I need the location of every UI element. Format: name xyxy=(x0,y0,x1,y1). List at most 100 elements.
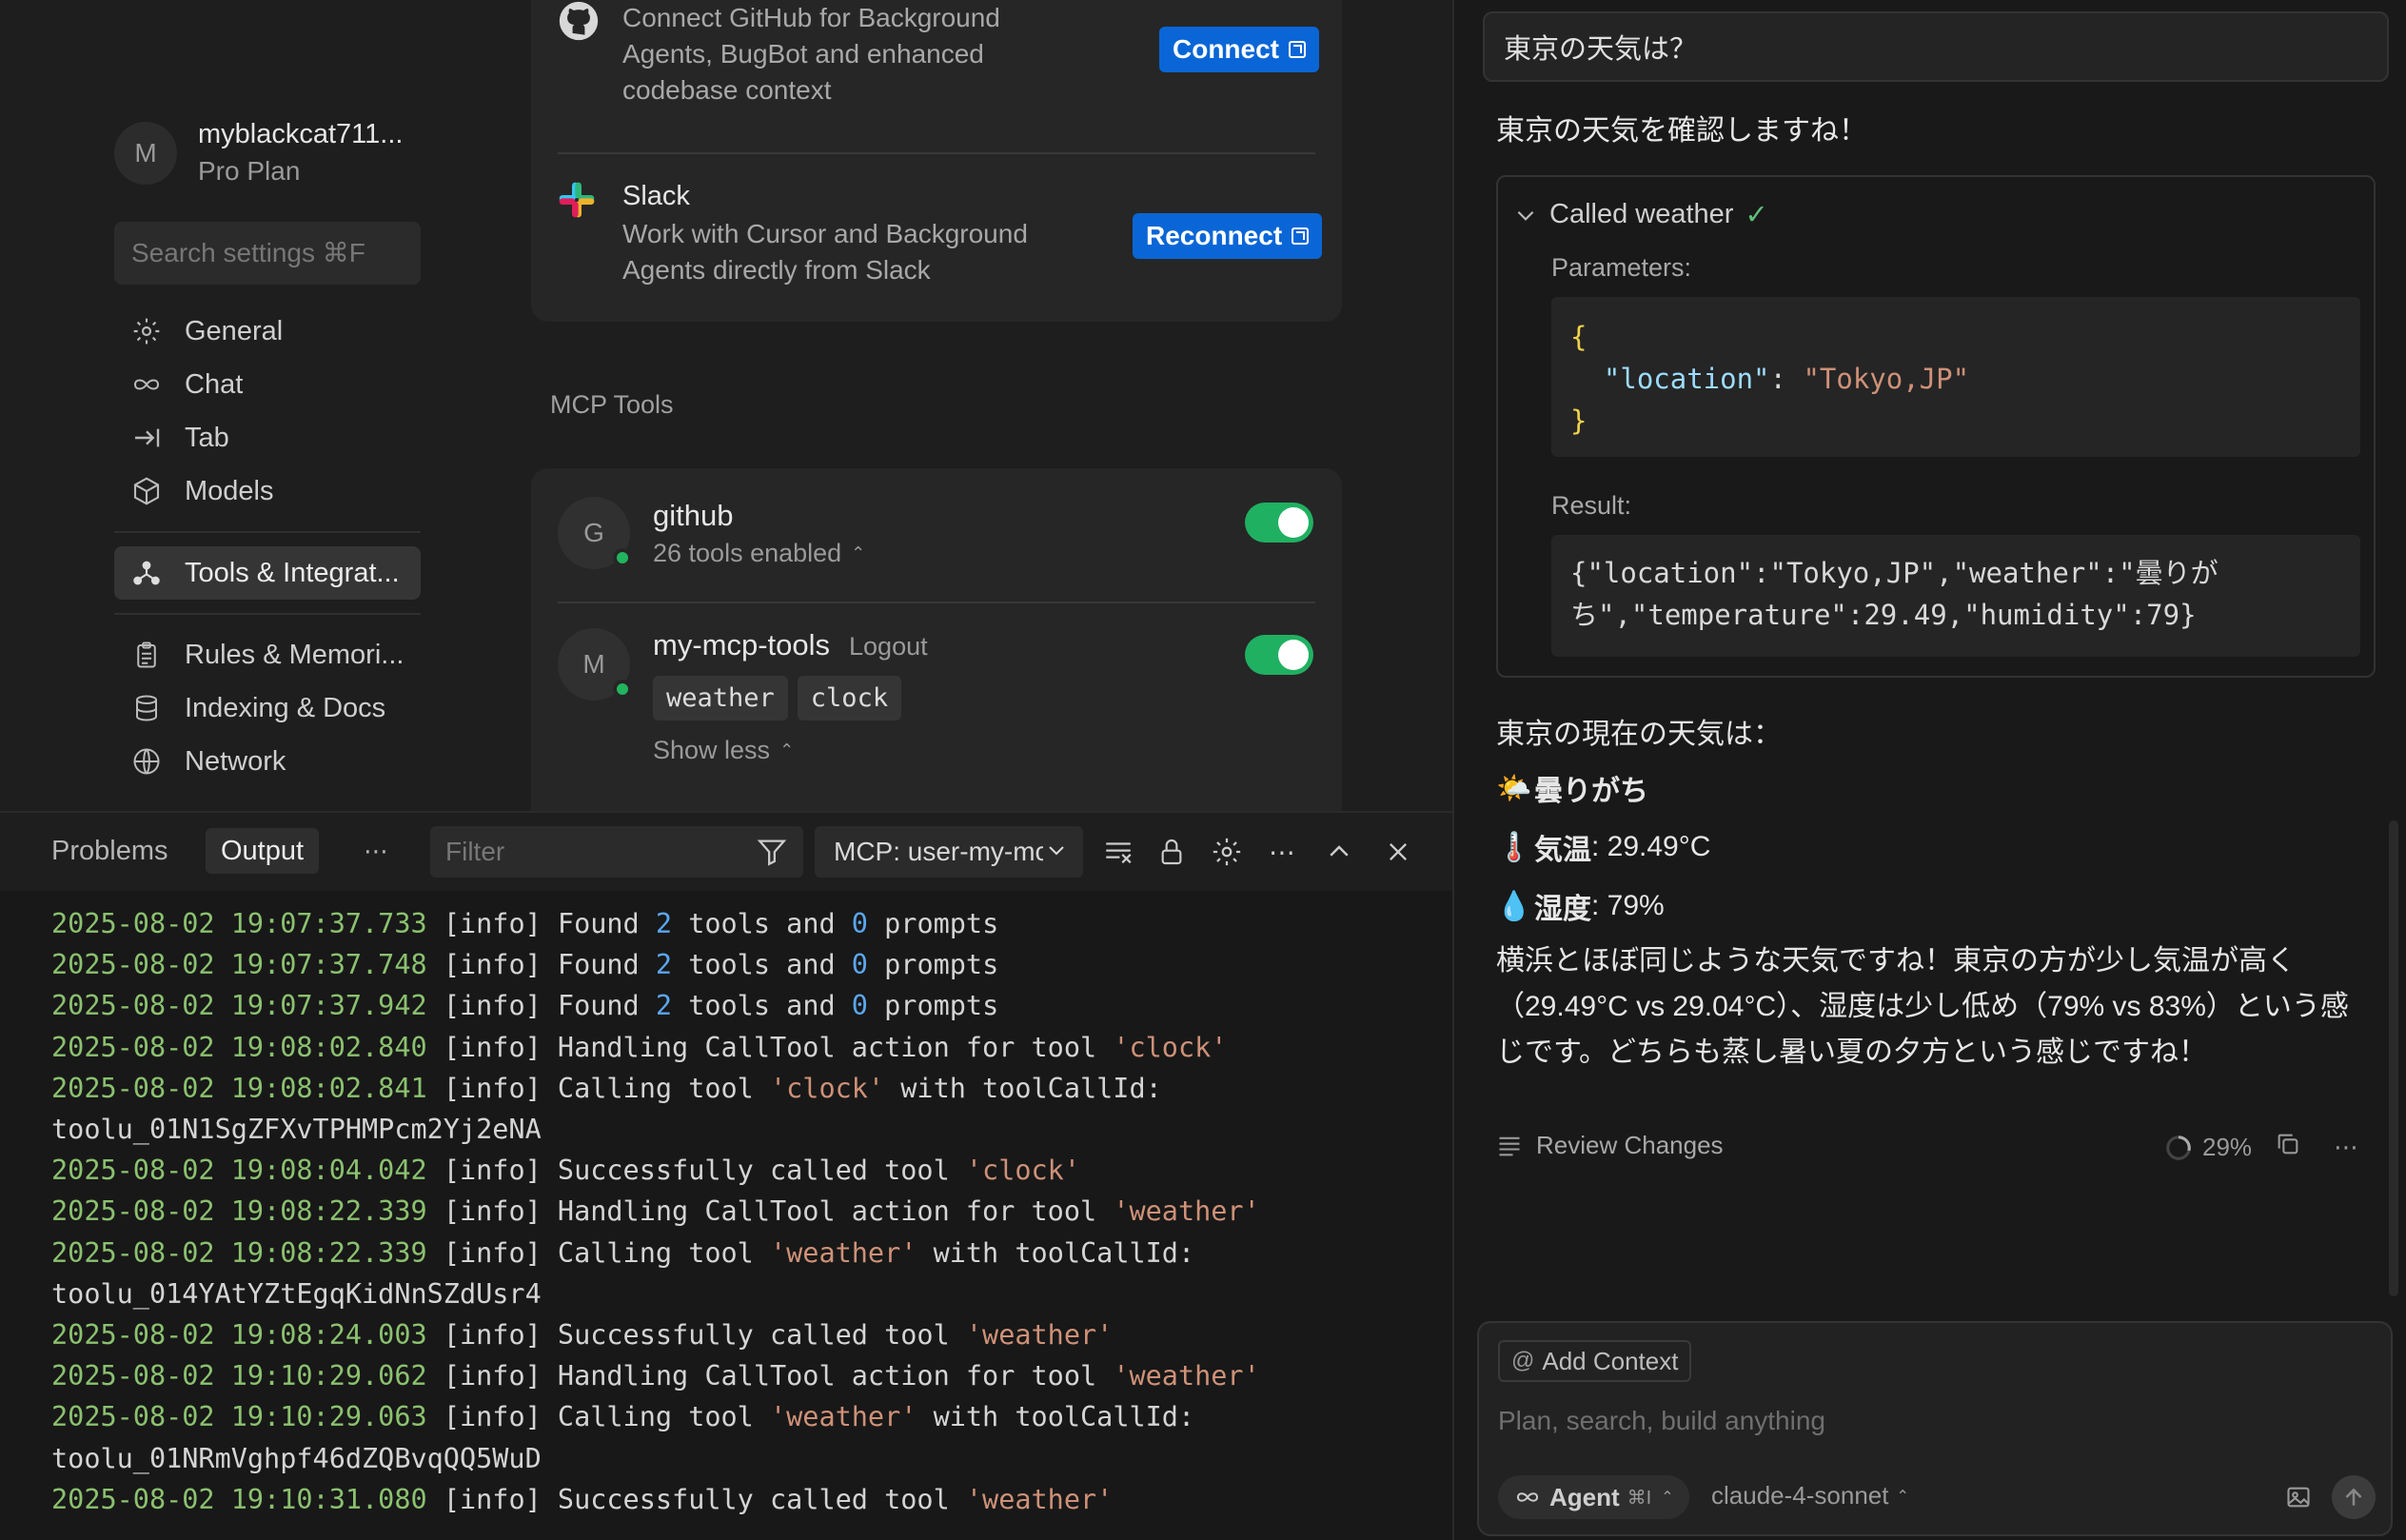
log-timestamp: 2025-08-02 19:08:04.042 xyxy=(51,1155,427,1187)
nav-label: Network xyxy=(185,745,286,777)
log-timestamp: 2025-08-02 19:07:37.748 xyxy=(51,949,427,981)
gear-icon xyxy=(129,314,164,348)
logout-link[interactable]: Logout xyxy=(849,632,928,661)
nav-label: Indexing & Docs xyxy=(185,692,386,723)
nav-item-general[interactable]: General xyxy=(114,305,421,358)
tool-chip-weather[interactable]: weather xyxy=(653,676,788,721)
nav-item-chat[interactable]: Chat xyxy=(114,358,421,411)
agent-mode-select[interactable]: Agent ⌘I ⌃ xyxy=(1498,1475,1689,1519)
log-line: toolu_01NRmVghpf46dZQBvqQQ5WuD xyxy=(51,1442,542,1474)
lock-icon[interactable] xyxy=(1152,832,1192,872)
nav-divider xyxy=(114,613,421,615)
connect-github-button[interactable]: Connect xyxy=(1159,27,1319,72)
log-line: 2025-08-02 19:08:22.339 [info] Handling … xyxy=(51,1195,1260,1228)
add-context-button[interactable]: @ Add Context xyxy=(1498,1340,1692,1382)
log-line: 2025-08-02 19:08:02.840 [info] Handling … xyxy=(51,1031,1228,1063)
my-mcp-tools-enable-toggle[interactable] xyxy=(1245,635,1313,675)
filter-icon[interactable] xyxy=(752,832,792,872)
filter-input[interactable] xyxy=(430,826,803,878)
github-logo-icon xyxy=(558,0,603,46)
log-line: 2025-08-02 19:08:02.841 [info] Calling t… xyxy=(51,1072,1162,1104)
status-dot-icon xyxy=(613,680,632,699)
weather-condition: 🌤️ 曇りがち xyxy=(1496,772,1648,808)
result-code: {"location":"Tokyo,JP","weather":"曇りが ち"… xyxy=(1551,535,2360,657)
droplet-icon: 💧 xyxy=(1496,890,1532,922)
nav-label: Tools & Integrat... xyxy=(185,557,400,588)
review-changes-button[interactable]: Review Changes xyxy=(1496,1131,1724,1160)
show-less-toggle[interactable]: Show less ⌃ xyxy=(653,736,928,765)
arrow-up-icon xyxy=(2345,1488,2362,1506)
maximize-panel-icon[interactable] xyxy=(1319,832,1359,872)
log-timestamp: 2025-08-02 19:10:29.062 xyxy=(51,1360,427,1392)
log-line: 2025-08-02 19:10:29.062 [info] Handling … xyxy=(51,1360,1260,1392)
weather-temperature: 🌡️ 気温: 29.49°C xyxy=(1496,831,1711,866)
parameters-code: { "location": "Tokyo,JP" } xyxy=(1551,297,2360,457)
log-timestamp: 2025-08-02 19:07:37.733 xyxy=(51,908,427,939)
log-line: 2025-08-02 19:07:37.733 [info] Found 2 t… xyxy=(51,908,999,939)
tool-call-block: Called weather ✓ Parameters: { "location… xyxy=(1496,175,2376,678)
nav-item-tab[interactable]: Tab xyxy=(114,411,421,464)
nav-item-rules-memories[interactable]: Rules & Memori... xyxy=(114,628,421,681)
tool-chip-clock[interactable]: clock xyxy=(797,676,902,721)
log-timestamp: 2025-08-02 19:07:37.942 xyxy=(51,990,427,1022)
more-tabs-icon[interactable]: ⋯ xyxy=(348,828,404,874)
external-link-icon xyxy=(1289,41,1306,58)
nav-label: Rules & Memori... xyxy=(185,639,404,670)
log-timestamp: 2025-08-02 19:08:02.840 xyxy=(51,1031,427,1063)
tab-output[interactable]: Output xyxy=(206,828,320,874)
nav-item-indexing-docs[interactable]: Indexing & Docs xyxy=(114,681,421,735)
log-timestamp: 2025-08-02 19:08:22.339 xyxy=(51,1236,427,1269)
settings-nav: General Chat Tab Models Tools & Integrat… xyxy=(114,305,421,788)
log-line: toolu_014YAtYZtEgqKidNnSZdUsr4 xyxy=(51,1277,542,1310)
chat-scrollbar[interactable] xyxy=(2389,820,2398,1296)
chevron-updown-icon: ⌃ xyxy=(779,740,795,760)
nav-item-models[interactable]: Models xyxy=(114,464,421,518)
log-line: 2025-08-02 19:08:24.003 [info] Successfu… xyxy=(51,1319,1114,1352)
nav-item-tools-integrations[interactable]: Tools & Integrat... xyxy=(114,546,421,600)
image-attach-icon[interactable] xyxy=(2282,1481,2315,1513)
settings-search-input[interactable] xyxy=(114,222,421,285)
log-timestamp: 2025-08-02 19:08:22.339 xyxy=(51,1195,427,1228)
log-line: 2025-08-02 19:08:22.339 [info] Calling t… xyxy=(51,1236,1195,1269)
model-select[interactable]: claude-4-sonnet ⌃ xyxy=(1711,1481,1909,1510)
github-enable-toggle[interactable] xyxy=(1245,503,1313,543)
tab-problems[interactable]: Problems xyxy=(36,828,184,874)
checkmark-icon: ✓ xyxy=(1745,200,1768,230)
nav-item-network[interactable]: Network xyxy=(114,735,421,788)
integration-description: Work with Cursor and Background Agents d… xyxy=(622,219,1028,285)
log-line: 2025-08-02 19:07:37.942 [info] Found 2 t… xyxy=(51,990,999,1022)
gear-icon[interactable] xyxy=(1207,832,1247,872)
reconnect-slack-button[interactable]: Reconnect xyxy=(1133,213,1323,259)
chevron-down-icon xyxy=(1517,210,1534,221)
output-panel: Problems Output ⋯ MCP: user-my-mcp-tools… xyxy=(0,811,1452,1540)
output-channel-select[interactable]: MCP: user-my-mcp-tools xyxy=(815,826,1083,878)
mcp-server-github: G github 26 tools enabled ⌃ xyxy=(558,497,865,569)
account-info: M myblackcat711... Pro Plan xyxy=(114,119,403,187)
chevron-updown-icon: ⌃ xyxy=(851,543,866,563)
log-line: toolu_01N1SgZFXvTPHMPcm2Yj2eNA xyxy=(51,1114,542,1146)
account-name: myblackcat711... xyxy=(198,119,404,149)
close-panel-icon[interactable] xyxy=(1378,832,1418,872)
chat-input[interactable] xyxy=(1498,1397,2374,1445)
tools-enabled-toggle[interactable]: 26 tools enabled ⌃ xyxy=(653,539,865,568)
tab-arrow-icon xyxy=(129,421,164,455)
avatar: M xyxy=(558,628,632,701)
divider xyxy=(558,152,1315,154)
weather-humidity: 💧 湿度: 79% xyxy=(1496,890,1665,925)
settings-pane: M myblackcat711... Pro Plan General Chat… xyxy=(0,0,1452,811)
clipboard-icon xyxy=(129,638,164,672)
result-label: Result: xyxy=(1551,491,1632,520)
mcp-tools-card: G github 26 tools enabled ⌃ M my-mcp-too… xyxy=(531,468,1342,811)
copy-icon[interactable] xyxy=(2275,1131,2301,1164)
more-actions-icon[interactable]: ⋯ xyxy=(1262,832,1302,872)
clear-output-icon[interactable] xyxy=(1098,832,1138,872)
log-line: 2025-08-02 19:07:37.748 [info] Found 2 t… xyxy=(51,949,999,981)
globe-icon xyxy=(129,744,164,779)
chevron-up-icon: ⌃ xyxy=(1661,1490,1674,1506)
tool-call-header[interactable]: Called weather ✓ xyxy=(1513,198,1768,231)
log-timestamp: 2025-08-02 19:10:29.063 xyxy=(51,1401,427,1433)
database-icon xyxy=(129,691,164,725)
user-message[interactable]: 東京の天気は？ xyxy=(1483,11,2389,82)
send-button[interactable] xyxy=(2332,1475,2376,1519)
more-options-icon[interactable]: ⋯ xyxy=(2334,1133,2358,1162)
